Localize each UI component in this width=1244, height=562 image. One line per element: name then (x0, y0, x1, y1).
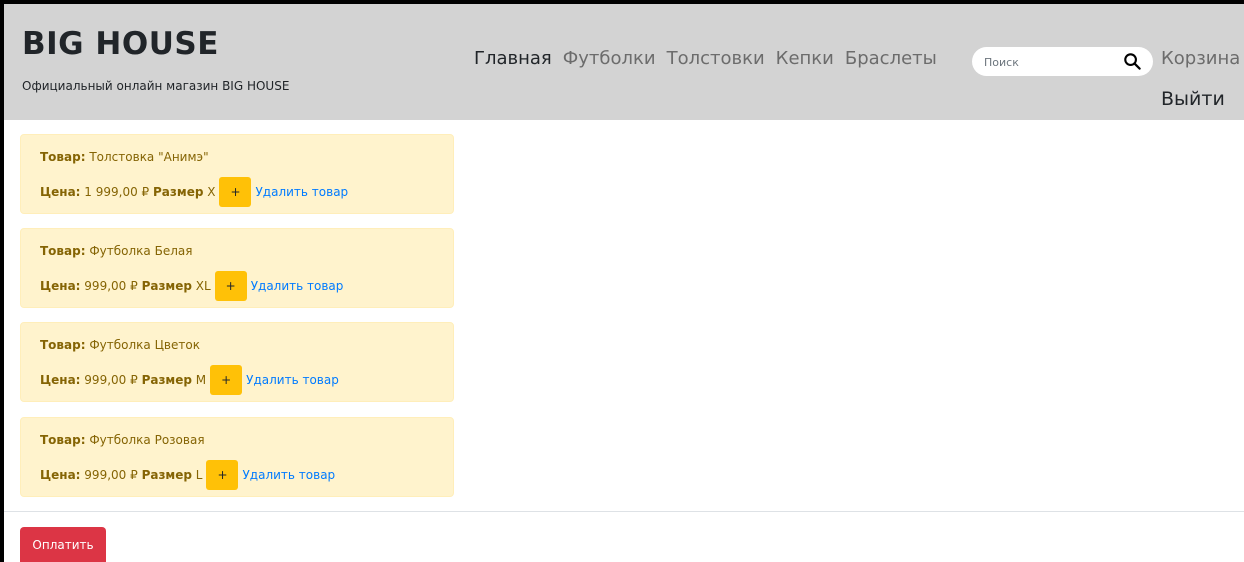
cart-item-product-line: Товар: Толстовка "Анимэ" (40, 150, 209, 164)
remove-item-link[interactable]: Удалить товар (251, 279, 344, 293)
brand-title: BIG HOUSE (22, 26, 219, 62)
site-header: BIG HOUSE Официальный онлайн магазин BIG… (4, 4, 1244, 120)
product-label: Товар: (40, 433, 86, 447)
product-size: M (195, 373, 207, 387)
nav-item-caps[interactable]: Кепки (776, 48, 834, 69)
cart-item-price-line: Цена: 999,00 ₽ Размер M + Удалить товар (40, 365, 339, 395)
product-name: Толстовка "Анимэ" (89, 150, 209, 164)
brand-subtitle: Официальный онлайн магазин BIG HOUSE (22, 79, 290, 93)
product-name: Футболка Белая (89, 244, 193, 258)
price-label: Цена: (40, 468, 81, 482)
price-label: Цена: (40, 279, 81, 293)
size-label: Размер (141, 468, 192, 482)
product-label: Товар: (40, 150, 86, 164)
cart-item: Товар: Футболка Розовая Цена: 999,00 ₽ Р… (20, 417, 454, 497)
cart-item-product-line: Товар: Футболка Розовая (40, 433, 205, 447)
search-icon[interactable] (1123, 52, 1142, 71)
nav-item-bracelets[interactable]: Браслеты (845, 48, 937, 69)
cart-item-product-line: Товар: Футболка Цветок (40, 338, 200, 352)
product-price: 999,00 ₽ (84, 468, 138, 482)
size-label: Размер (153, 185, 204, 199)
add-quantity-button[interactable]: + (219, 177, 252, 207)
cart-item-product-line: Товар: Футболка Белая (40, 244, 192, 258)
cart-item-price-line: Цена: 999,00 ₽ Размер XL + Удалить товар (40, 271, 343, 301)
remove-item-link[interactable]: Удалить товар (242, 468, 335, 482)
pay-button[interactable]: Оплатить (20, 527, 106, 562)
product-label: Товар: (40, 244, 86, 258)
add-quantity-button[interactable]: + (206, 460, 239, 490)
product-name: Футболка Цветок (89, 338, 200, 352)
price-label: Цена: (40, 185, 81, 199)
nav-item-home[interactable]: Главная (474, 48, 552, 69)
add-quantity-button[interactable]: + (214, 271, 247, 301)
product-name: Футболка Розовая (89, 433, 205, 447)
product-price: 1 999,00 ₽ (84, 185, 150, 199)
nav-item-hoodies[interactable]: Толстовки (667, 48, 765, 69)
remove-item-link[interactable]: Удалить товар (246, 373, 339, 387)
product-size: L (195, 468, 203, 482)
size-label: Размер (141, 279, 192, 293)
logout-link[interactable]: Выйти (1161, 88, 1225, 110)
divider (4, 511, 1244, 512)
product-size: XL (195, 279, 211, 293)
add-quantity-button[interactable]: + (210, 365, 243, 395)
cart-item: Товар: Футболка Белая Цена: 999,00 ₽ Раз… (20, 228, 454, 308)
main-nav: Главная Футболки Толстовки Кепки Браслет… (474, 44, 948, 72)
nav-item-tshirts[interactable]: Футболки (563, 48, 656, 69)
product-price: 999,00 ₽ (84, 373, 138, 387)
cart-item-price-line: Цена: 999,00 ₽ Размер L + Удалить товар (40, 460, 335, 490)
cart-item: Товар: Футболка Цветок Цена: 999,00 ₽ Ра… (20, 322, 454, 402)
remove-item-link[interactable]: Удалить товар (255, 185, 348, 199)
product-price: 999,00 ₽ (84, 279, 138, 293)
search-box (972, 47, 1153, 76)
size-label: Размер (141, 373, 192, 387)
product-label: Товар: (40, 338, 86, 352)
cart-item: Товар: Толстовка "Анимэ" Цена: 1 999,00 … (20, 134, 454, 214)
search-input[interactable] (982, 52, 1116, 73)
cart-item-price-line: Цена: 1 999,00 ₽ Размер X + Удалить това… (40, 177, 348, 207)
cart-link[interactable]: Корзина (1161, 48, 1240, 69)
price-label: Цена: (40, 373, 81, 387)
product-size: X (207, 185, 216, 199)
